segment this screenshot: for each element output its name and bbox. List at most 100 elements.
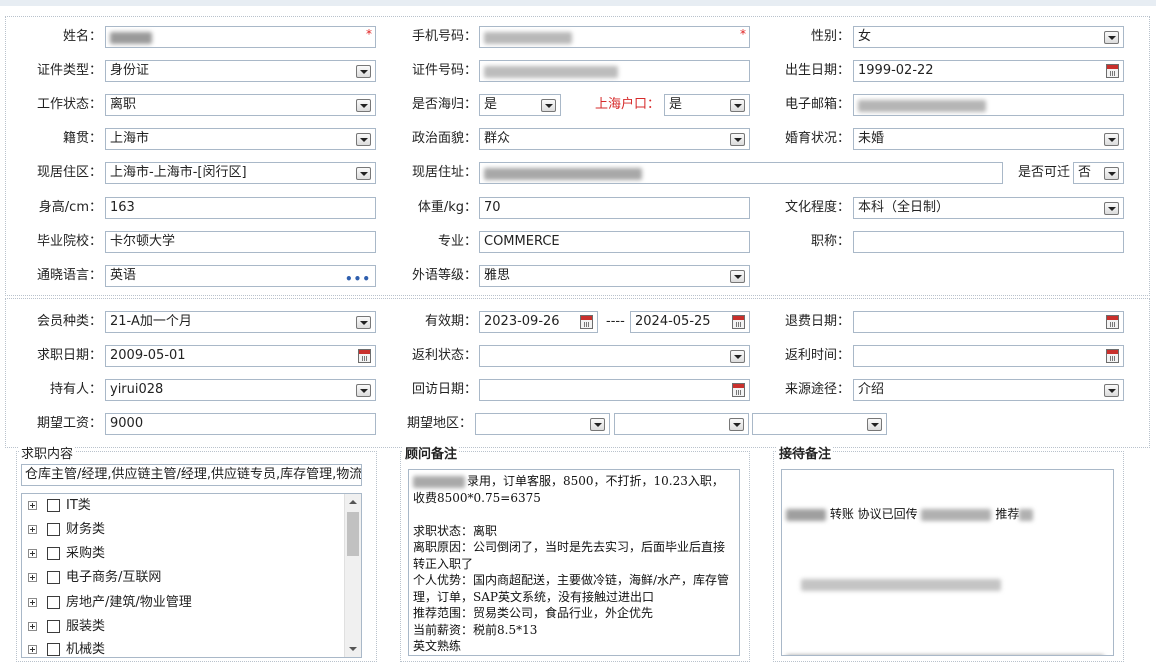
- expand-icon[interactable]: [28, 501, 37, 510]
- checkbox[interactable]: [47, 571, 60, 584]
- sh-hukou-select[interactable]: 是: [664, 94, 750, 116]
- expand-icon[interactable]: [28, 573, 37, 582]
- valid-to-input[interactable]: 2024-05-25: [630, 311, 750, 333]
- foreign-level-value: 雅思: [484, 268, 511, 283]
- chevron-down-icon[interactable]: [356, 384, 371, 397]
- gender-select[interactable]: 女: [853, 26, 1124, 48]
- chevron-down-icon[interactable]: [1104, 167, 1119, 180]
- phone-input[interactable]: *: [479, 26, 750, 48]
- chevron-down-icon[interactable]: [541, 99, 556, 112]
- id-type-select[interactable]: 身份证: [105, 60, 376, 82]
- email-input[interactable]: [853, 94, 1124, 116]
- reception-notes-textarea[interactable]: 转账 协议已回传 推荐: [781, 469, 1114, 656]
- tree-scrollbar[interactable]: [344, 494, 361, 657]
- rebate-time-input[interactable]: [853, 345, 1124, 367]
- valid-from-input[interactable]: 2023-09-26: [479, 311, 598, 333]
- chevron-down-icon[interactable]: [356, 316, 371, 329]
- checkbox[interactable]: [47, 523, 60, 536]
- weight-input[interactable]: 70: [479, 197, 750, 219]
- language-input[interactable]: 英语 •••: [105, 265, 376, 287]
- chevron-down-icon[interactable]: [356, 99, 371, 112]
- district-select[interactable]: 上海市-上海市-[闵行区]: [105, 162, 376, 184]
- refund-date-input[interactable]: [853, 311, 1124, 333]
- id-no-input[interactable]: [479, 60, 750, 82]
- tree-item[interactable]: 房地产/建筑/物业管理: [28, 593, 192, 613]
- expand-icon[interactable]: [28, 525, 37, 534]
- title-input[interactable]: [853, 231, 1124, 253]
- chevron-down-icon[interactable]: [1104, 133, 1119, 146]
- job-category-tree[interactable]: IT类 财务类 采购类 电子商务/互联网 房地产/建筑/物业管理 服装类 机械类: [21, 493, 362, 658]
- major-input[interactable]: COMMERCE: [479, 231, 750, 253]
- chevron-down-icon[interactable]: [730, 99, 745, 112]
- checkbox[interactable]: [47, 620, 60, 633]
- expand-icon[interactable]: [28, 645, 37, 654]
- native-select[interactable]: 上海市: [105, 128, 376, 150]
- expand-icon[interactable]: [28, 598, 37, 607]
- checkbox[interactable]: [47, 499, 60, 512]
- calendar-icon[interactable]: [1106, 349, 1119, 363]
- chevron-down-icon[interactable]: [730, 133, 745, 146]
- tree-item[interactable]: 机械类: [28, 640, 105, 657]
- chevron-down-icon[interactable]: [867, 418, 882, 431]
- chevron-down-icon[interactable]: [1104, 31, 1119, 44]
- marital-select[interactable]: 未婚: [853, 128, 1124, 150]
- job-date-value: 2009-05-01: [110, 348, 186, 363]
- salary-input[interactable]: 9000: [105, 413, 376, 435]
- chevron-down-icon[interactable]: [730, 270, 745, 283]
- area-city-select[interactable]: [614, 413, 749, 435]
- email-redacted: [858, 100, 986, 112]
- calendar-icon[interactable]: [732, 315, 745, 329]
- address-input[interactable]: [479, 162, 1003, 184]
- height-value: 163: [110, 200, 135, 215]
- source-select[interactable]: 介绍: [853, 379, 1124, 401]
- birth-date-input[interactable]: 1999-02-22: [853, 60, 1124, 82]
- school-input[interactable]: 卡尔顿大学: [105, 231, 376, 253]
- chevron-down-icon[interactable]: [356, 65, 371, 78]
- tree-item[interactable]: 采购类: [28, 544, 105, 564]
- job-date-input[interactable]: 2009-05-01: [105, 345, 376, 367]
- expand-icon[interactable]: [28, 549, 37, 558]
- height-input[interactable]: 163: [105, 197, 376, 219]
- tree-item[interactable]: 服装类: [28, 617, 105, 637]
- checkbox[interactable]: [47, 643, 60, 656]
- chevron-down-icon[interactable]: [356, 167, 371, 180]
- chevron-down-icon[interactable]: [356, 133, 371, 146]
- calendar-icon[interactable]: [1106, 315, 1119, 329]
- calendar-icon[interactable]: [732, 383, 745, 397]
- scroll-up-icon[interactable]: [349, 500, 357, 504]
- area-province-select[interactable]: [475, 413, 610, 435]
- checkbox[interactable]: [47, 596, 60, 609]
- tree-item-label: 电子商务/互联网: [66, 570, 162, 585]
- area-district-select[interactable]: [752, 413, 887, 435]
- chevron-down-icon[interactable]: [729, 418, 744, 431]
- work-status-select[interactable]: 离职: [105, 94, 376, 116]
- chevron-down-icon[interactable]: [590, 418, 605, 431]
- advisor-notes-textarea[interactable]: 录用，订单客服，8500，不打折，10.23入职， 收费8500*0.75=63…: [408, 469, 740, 656]
- name-input[interactable]: *: [105, 26, 376, 48]
- rebate-status-select[interactable]: [479, 345, 750, 367]
- chevron-down-icon[interactable]: [730, 350, 745, 363]
- tree-item[interactable]: 财务类: [28, 520, 105, 540]
- calendar-icon[interactable]: [580, 315, 593, 329]
- more-icon[interactable]: •••: [345, 269, 371, 286]
- tree-item[interactable]: IT类: [28, 496, 91, 516]
- education-select[interactable]: 本科（全日制）: [853, 197, 1124, 219]
- holder-select[interactable]: yirui028: [105, 379, 376, 401]
- returnee-select[interactable]: 是: [479, 94, 561, 116]
- calendar-icon[interactable]: [1106, 64, 1119, 78]
- visit-date-input[interactable]: [479, 379, 750, 401]
- job-content-summary[interactable]: 仓库主管/经理,供应链主管/经理,供应链专员,库存管理,物流: [21, 464, 362, 486]
- calendar-icon[interactable]: [358, 349, 371, 363]
- checkbox[interactable]: [47, 547, 60, 560]
- foreign-level-select[interactable]: 雅思: [479, 265, 750, 287]
- tree-item[interactable]: 电子商务/互联网: [28, 568, 161, 588]
- politics-select[interactable]: 群众: [479, 128, 750, 150]
- scroll-thumb[interactable]: [347, 512, 359, 556]
- member-type-select[interactable]: 21-A加一个月: [105, 311, 376, 333]
- district-label: 现居住区：: [36, 165, 102, 180]
- chevron-down-icon[interactable]: [1104, 384, 1119, 397]
- expand-icon[interactable]: [28, 622, 37, 631]
- chevron-down-icon[interactable]: [1104, 202, 1119, 215]
- scroll-down-icon[interactable]: [349, 647, 357, 651]
- relocate-select[interactable]: 否: [1073, 162, 1124, 184]
